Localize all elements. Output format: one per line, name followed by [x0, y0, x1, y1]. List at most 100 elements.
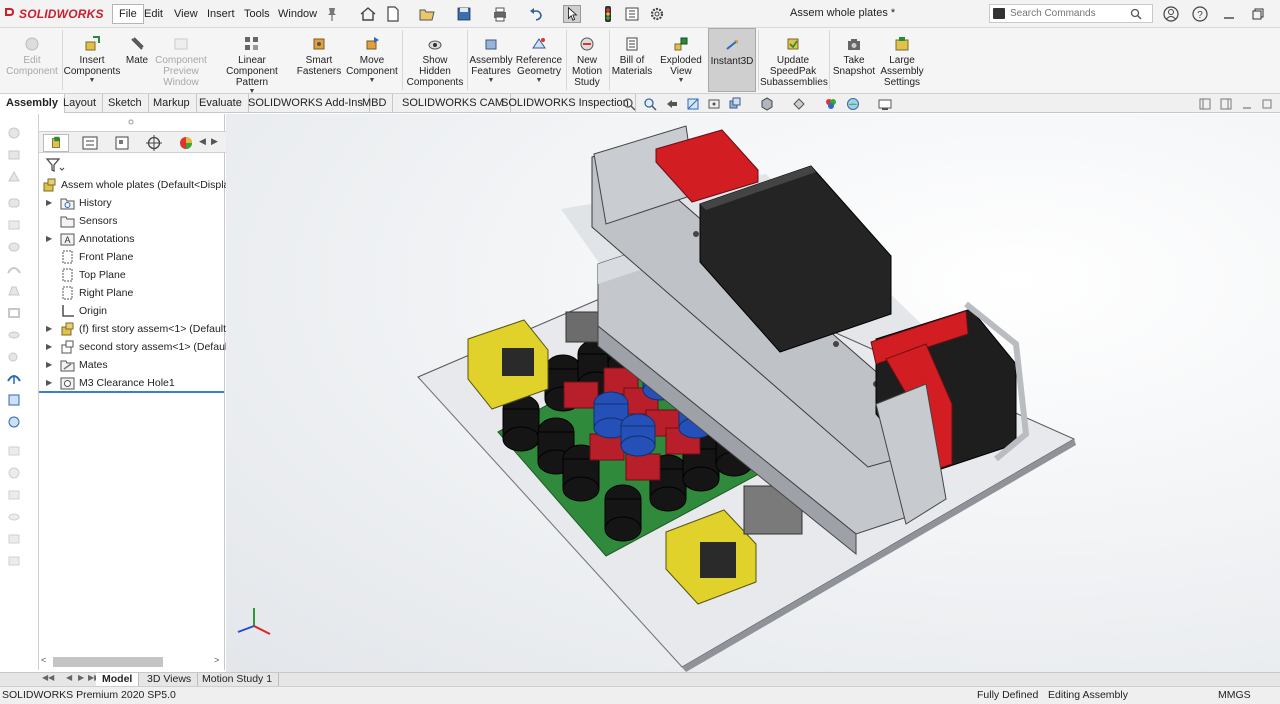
tab-nav-first-icon[interactable]: ◀◀	[42, 673, 54, 682]
menu-tools[interactable]: Tools	[238, 4, 276, 24]
restore-window-icon[interactable]	[1249, 5, 1267, 23]
tab-layout[interactable]: Layout	[57, 94, 104, 113]
tab-sketch[interactable]: Sketch	[102, 94, 149, 113]
viewport-minimize-icon[interactable]	[1240, 97, 1254, 111]
tree-horizontal-scrollbar[interactable]: < >	[39, 655, 224, 669]
user-account-icon[interactable]	[1162, 5, 1180, 23]
pdm-icon[interactable]	[6, 554, 22, 568]
tab-markup[interactable]: Markup	[147, 94, 197, 113]
fillet-icon[interactable]	[6, 196, 22, 210]
smart-fasteners-button[interactable]: Smart Fasteners	[296, 28, 342, 92]
expand-arrow-icon[interactable]: ▶	[46, 198, 52, 207]
exploded-view-button[interactable]: Exploded View ▼	[656, 28, 706, 92]
dynamic-annotation-icon[interactable]	[707, 97, 721, 111]
move-component-button[interactable]: Move Component ▼	[345, 28, 399, 92]
solidworks-resources-icon[interactable]	[6, 532, 22, 546]
zoom-to-fit-icon[interactable]	[622, 97, 636, 111]
custom-properties-icon[interactable]	[6, 488, 22, 502]
tree-node-annotations[interactable]: ▶ A Annotations	[39, 230, 226, 248]
viewport-tile-icon[interactable]	[1219, 97, 1233, 111]
hide-show-items-icon[interactable]	[792, 97, 806, 111]
new-motion-study-button[interactable]: New Motion Study	[568, 28, 606, 92]
traffic-light-icon[interactable]	[599, 5, 617, 23]
linear-component-pattern-button[interactable]: Linear Component Pattern ▼	[211, 28, 293, 95]
save-icon[interactable]	[455, 5, 473, 23]
tab-solidworks-inspection[interactable]: SOLIDWORKS Inspection	[495, 94, 636, 113]
print-icon[interactable]	[491, 5, 509, 23]
instant3d-button[interactable]: Instant3D	[708, 28, 756, 92]
sweep-icon[interactable]	[6, 262, 22, 276]
insert-components-button[interactable]: Insert Components ▼	[63, 28, 121, 92]
configurationmanager-tab-icon[interactable]	[109, 134, 135, 152]
expand-arrow-icon[interactable]: ▶	[46, 378, 52, 387]
unit-system[interactable]: MMGS	[1218, 689, 1251, 701]
chevron-down-icon[interactable]: ▼	[63, 77, 121, 85]
featuremanager-tree-tab-icon[interactable]	[43, 134, 69, 152]
assembly-features-button[interactable]: Assembly Features ▼	[469, 28, 513, 92]
undo-icon[interactable]	[527, 5, 545, 23]
chevron-down-icon[interactable]: ▼	[656, 77, 706, 85]
options-gear-icon[interactable]	[648, 5, 666, 23]
tab-nav-next-icon[interactable]: ▶	[78, 673, 84, 682]
tree-node-m3-clearance-hole[interactable]: ▶ M3 Clearance Hole1	[39, 374, 226, 392]
display-style-icon[interactable]	[760, 97, 774, 111]
chevron-down-icon[interactable]: ▼	[515, 77, 563, 85]
tab-assembly[interactable]: Assembly	[0, 94, 65, 113]
pin-icon[interactable]	[323, 5, 341, 23]
revolve-icon[interactable]	[6, 240, 22, 254]
search-commands-input[interactable]	[1010, 6, 1128, 21]
solidworks-logo[interactable]: SOLIDWORKS	[4, 6, 104, 21]
tree-node-sensors[interactable]: Sensors	[39, 212, 226, 230]
mate-button[interactable]: Mate	[123, 28, 151, 92]
tangent-icon[interactable]	[8, 346, 24, 360]
chevron-left-icon[interactable]: ◀	[199, 136, 206, 147]
scroll-right-icon[interactable]: >	[214, 655, 219, 665]
file-explorer-icon[interactable]	[6, 415, 22, 429]
previous-view-icon[interactable]	[665, 97, 679, 111]
home-icon[interactable]	[359, 5, 377, 23]
edit-appearance-icon[interactable]	[824, 97, 838, 111]
chamfer-icon[interactable]	[6, 218, 22, 232]
chevron-down-icon[interactable]: ▼	[469, 77, 513, 85]
show-hidden-components-button[interactable]: Show Hidden Components	[404, 28, 466, 92]
tree-node-front-plane[interactable]: Front Plane	[39, 248, 226, 266]
edit-component-button[interactable]: Edit Component	[4, 28, 60, 92]
tab-3d-views[interactable]: 3D Views	[141, 673, 199, 687]
file-properties-icon[interactable]	[623, 5, 641, 23]
graphics-area[interactable]	[226, 114, 1280, 672]
reference-geometry-button[interactable]: Reference Geometry ▼	[515, 28, 563, 92]
search-icon[interactable]	[1130, 8, 1142, 20]
search-commands-box[interactable]	[989, 4, 1153, 23]
panel-splitter-handle-icon[interactable]	[127, 118, 135, 126]
scrollbar-thumb[interactable]	[53, 657, 163, 667]
tree-node-origin[interactable]: Origin	[39, 302, 226, 320]
filter-icon[interactable]	[45, 157, 65, 173]
cut-icon[interactable]	[6, 170, 22, 184]
tab-solidworks-add-ins[interactable]: SOLIDWORKS Add-Ins	[242, 94, 370, 113]
tab-solidworks-cam[interactable]: SOLIDWORKS CAM	[396, 94, 512, 113]
tree-node-mates[interactable]: ▶ Mates	[39, 356, 226, 374]
menu-view[interactable]: View	[168, 4, 204, 24]
tab-nav-prev-icon[interactable]: ◀	[66, 673, 72, 682]
tree-node-top-plane[interactable]: Top Plane	[39, 266, 226, 284]
section-view-icon[interactable]	[686, 97, 700, 111]
toolbox-icon[interactable]	[6, 371, 22, 385]
tree-node-right-plane[interactable]: Right Plane	[39, 284, 226, 302]
expand-arrow-icon[interactable]: ▶	[46, 342, 52, 351]
extrude-icon[interactable]	[6, 148, 22, 162]
tab-mbd[interactable]: MBD	[356, 94, 394, 113]
zoom-to-area-icon[interactable]	[643, 97, 657, 111]
tree-node-second-story-assem[interactable]: ▶ second story assem<1> (Default<	[39, 338, 226, 356]
menu-edit[interactable]: Edit	[138, 4, 169, 24]
propertymanager-tab-icon[interactable]	[77, 134, 103, 152]
menu-window[interactable]: Window	[272, 4, 323, 24]
hole-wizard-icon[interactable]	[6, 126, 22, 140]
new-document-icon[interactable]	[384, 5, 402, 23]
select-pointer-icon[interactable]	[563, 5, 581, 23]
view-palette-icon[interactable]	[6, 444, 22, 458]
displaymanager-tab-icon[interactable]	[173, 134, 199, 152]
rib-icon[interactable]	[6, 328, 22, 342]
chevron-right-icon[interactable]: ▶	[211, 136, 218, 147]
minimize-icon[interactable]	[1220, 5, 1238, 23]
take-snapshot-button[interactable]: Take Snapshot	[831, 28, 877, 92]
